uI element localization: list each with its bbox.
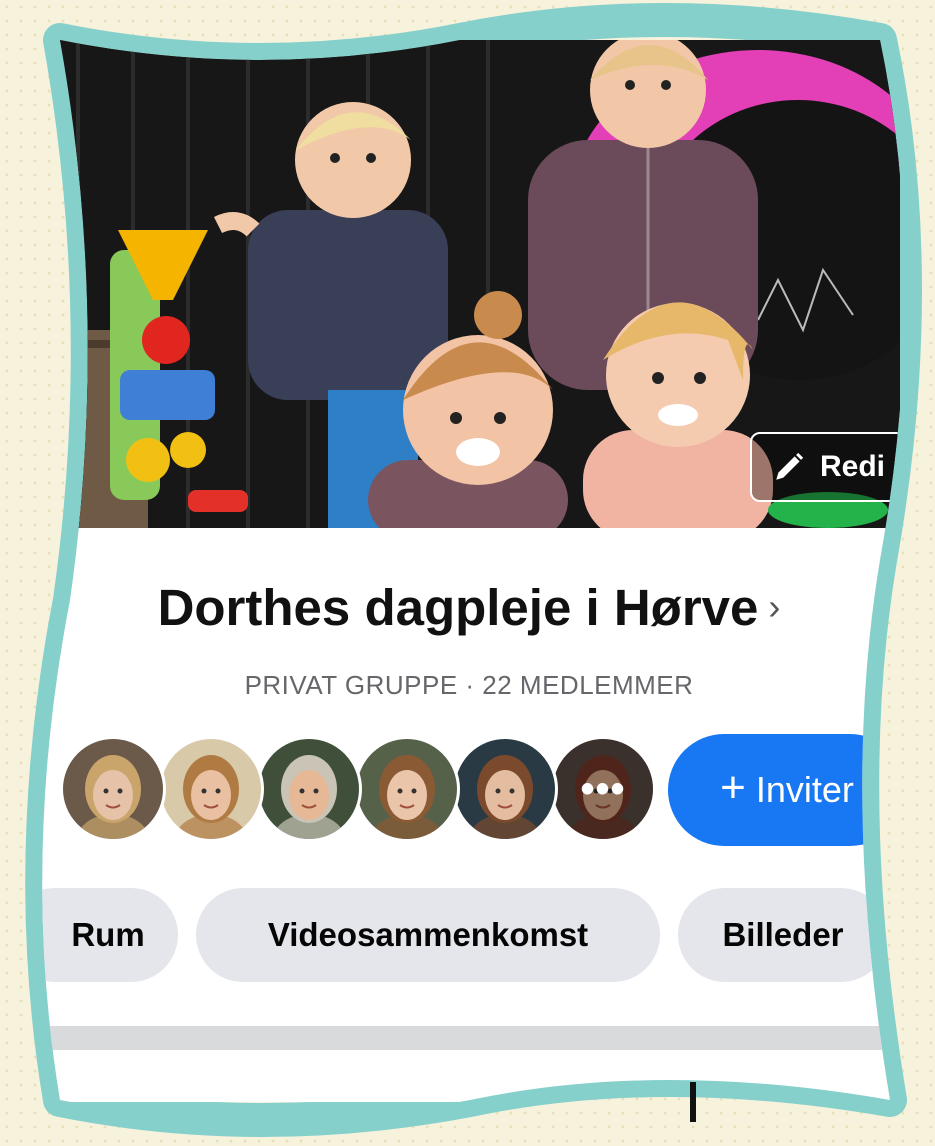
tab-billeder[interactable]: Billeder: [678, 888, 888, 982]
group-title[interactable]: Dorthes dagpleje i Hørve ›: [38, 578, 900, 637]
avatar-photo: [63, 739, 163, 839]
invite-label: Inviter: [755, 769, 854, 810]
member-avatar-6[interactable]: •••: [550, 736, 656, 842]
edit-cover-button[interactable]: Redi: [750, 432, 900, 502]
member-avatar-4[interactable]: [354, 736, 460, 842]
tab-label: Rum: [71, 916, 145, 953]
member-avatar-5[interactable]: [452, 736, 558, 842]
member-avatar-2[interactable]: [158, 736, 264, 842]
tab-videosammenkomst[interactable]: Videosammenkomst: [196, 888, 660, 982]
edit-cover-label: Redi: [820, 450, 886, 483]
tab-rum[interactable]: Rum: [38, 888, 178, 982]
avatar-photo: [357, 739, 457, 839]
group-meta: PRIVAT GRUPPE · 22 MEDLEMMER: [244, 670, 694, 700]
more-members-icon: •••: [553, 739, 653, 839]
phone-screen: Redi Dorthes dagpleje i Hørve › PRIVAT GR…: [38, 40, 900, 1102]
group-name: Dorthes dagpleje i Hørve: [157, 579, 759, 636]
section-divider: [38, 1026, 900, 1050]
avatar-photo: [161, 739, 261, 839]
avatar-photo: [455, 739, 555, 839]
tab-label: Videosammenkomst: [267, 916, 589, 953]
avatar-photo: [259, 739, 359, 839]
member-avatar-3[interactable]: [256, 736, 362, 842]
cover-photo: Redi: [38, 40, 900, 528]
plus-icon: +: [720, 763, 746, 812]
pencil-icon: [772, 450, 806, 484]
chevron-right-icon: ›: [768, 586, 781, 627]
text-cursor: [690, 1082, 696, 1122]
member-avatar-1[interactable]: [60, 736, 166, 842]
tab-label: Billeder: [722, 916, 844, 953]
